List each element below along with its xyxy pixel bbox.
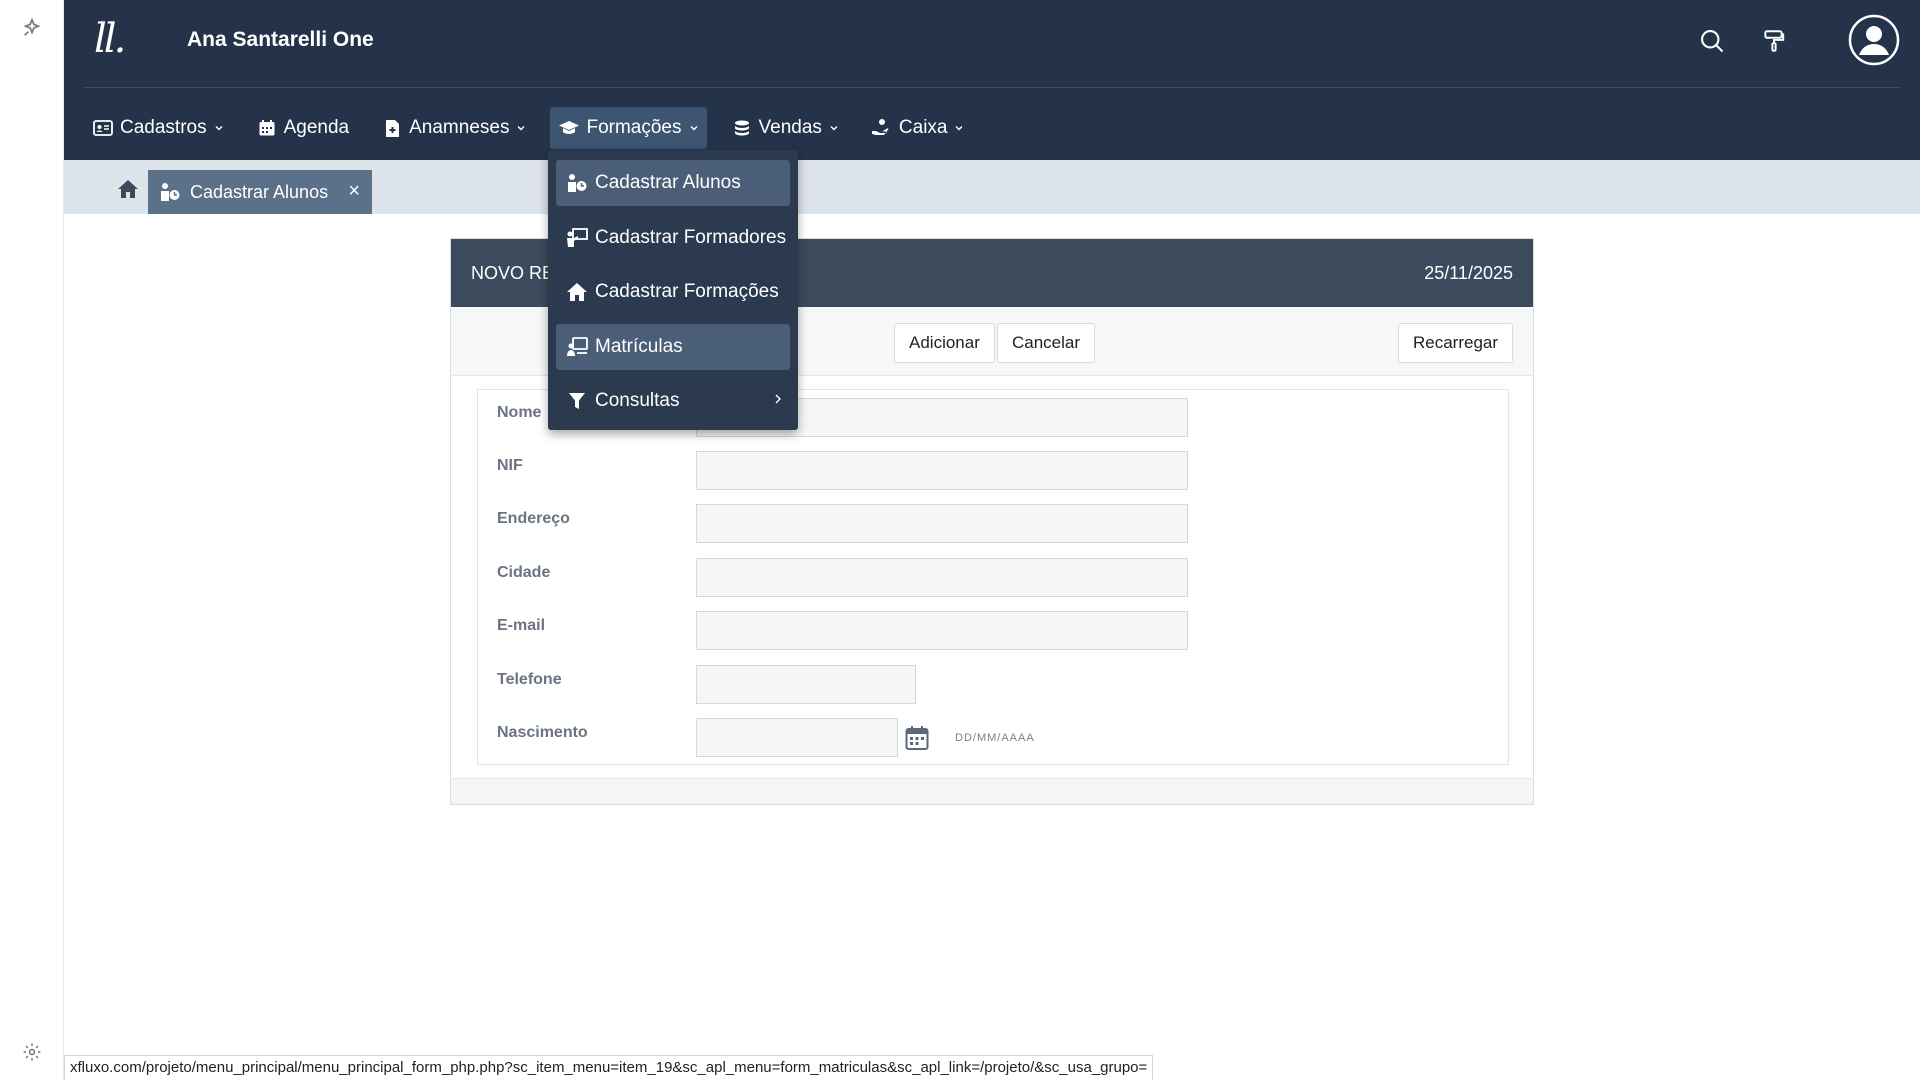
student-icon [158,181,182,203]
enrollment-icon [566,336,588,358]
menu-item-cadastrar-formadores[interactable]: Cadastrar Formadores [556,215,790,261]
field-label-nif: NIF [497,457,523,474]
menu-item-cadastrar-alunos[interactable]: Cadastrar Alunos [556,160,790,206]
nav-label: Anamneses [409,117,510,138]
endereco-input[interactable] [696,504,1188,543]
nif-input[interactable] [696,451,1188,490]
nav-item-cadastros[interactable]: Cadastros [84,107,232,149]
left-rail [0,0,64,1080]
field-row-endereco: Endereço [478,504,1508,544]
top-header: ll. Ana Santarelli One Cadastros Agenda [64,0,1920,160]
home-icon [566,281,588,303]
calendar-icon [256,117,278,139]
field-label-nome: Nome [497,404,542,421]
field-label-email: E-mail [497,617,546,634]
menu-item-label: Cadastrar Formadores [595,226,787,248]
nav-item-caixa[interactable]: Caixa [863,107,973,149]
nascimento-input[interactable] [696,718,898,757]
add-button[interactable]: Adicionar [894,323,995,363]
nav-item-vendas[interactable]: Vendas [723,107,847,149]
nav-label: Agenda [283,117,350,138]
menu-item-matriculas[interactable]: Matrículas [556,323,790,370]
search-icon[interactable] [1695,24,1729,58]
chevron-down-icon [954,123,964,133]
chevron-down-icon [829,123,839,133]
student-icon [566,172,588,194]
paint-roller-icon[interactable] [1757,24,1791,58]
chevron-down-icon [214,123,224,133]
form-date: 25/11/2025 [1424,262,1513,283]
menu-item-label: Matrículas [595,335,683,357]
nav-label: Formações [586,117,682,138]
menu-item-label: Consultas [595,390,680,411]
settings-gear-icon[interactable] [20,1040,44,1064]
app-logo[interactable]: ll. [94,16,126,62]
id-card-icon [92,117,114,139]
tab-strip: Cadastrar Alunos × [64,160,1920,214]
filter-icon [566,390,588,412]
reload-button[interactable]: Recarregar [1398,323,1514,363]
field-label-endereco: Endereço [497,510,570,527]
header-divider [84,87,1900,88]
nav-label: Cadastros [120,117,207,138]
calendar-picker-icon[interactable] [904,724,930,752]
nav-item-anamneses[interactable]: Anamneses [373,107,534,149]
file-medical-icon [381,117,403,139]
form-fields: Nome NIF Endereço Cidade E-mail Telefone… [477,389,1509,765]
field-row-cidade: Cidade [478,558,1508,598]
menu-item-label: Cadastrar Formações [595,281,779,302]
teacher-icon [566,227,588,249]
telefone-input[interactable] [696,665,916,704]
field-row-nif: NIF [478,451,1508,491]
main-nav: Cadastros Agenda Anamneses Formações Ven… [84,107,988,149]
field-row-telefone: Telefone [478,665,1508,705]
tab-close-button[interactable]: × [348,180,360,202]
hand-holding-icon [871,117,893,139]
sparkle-pin-icon[interactable] [18,14,46,42]
field-label-cidade: Cidade [497,564,551,581]
chevron-down-icon [516,123,526,133]
nav-label: Vendas [758,117,822,138]
date-format-hint: DD/MM/AAAA [955,732,1035,744]
user-avatar-icon[interactable] [1848,14,1900,66]
menu-item-cadastrar-formacoes[interactable]: Cadastrar Formações [556,269,790,315]
email-input[interactable] [696,611,1188,650]
app-title: Ana Santarelli One [187,28,374,51]
cancel-button[interactable]: Cancelar [997,323,1096,363]
menu-item-label: Cadastrar Alunos [595,172,741,193]
home-icon[interactable] [116,178,140,200]
tab-label: Cadastrar Alunos [190,181,329,202]
nav-label: Caixa [898,117,948,138]
status-url-bar: xfluxo.com/projeto/menu_principal/menu_p… [64,1055,1154,1080]
form-footer [451,778,1533,804]
chevron-right-icon [774,393,782,405]
chevron-down-icon [689,123,699,133]
tab-cadastrar-alunos[interactable]: Cadastrar Alunos × [148,170,372,214]
field-label-nascimento: Nascimento [497,724,588,741]
field-row-nascimento: Nascimento DD/MM/AAAA [478,718,1508,758]
cidade-input[interactable] [696,558,1188,597]
form-title: NOVO RE [471,262,555,283]
nav-item-formacoes[interactable]: Formações [550,107,707,149]
formacoes-dropdown-menu: Cadastrar Alunos Cadastrar Formadores Ca… [548,150,798,430]
menu-item-consultas[interactable]: Consultas [556,378,790,424]
nav-item-agenda[interactable]: Agenda [248,107,358,149]
field-row-email: E-mail [478,611,1508,651]
graduation-cap-icon [558,117,580,139]
field-label-telefone: Telefone [497,671,562,688]
coins-icon [731,117,753,139]
